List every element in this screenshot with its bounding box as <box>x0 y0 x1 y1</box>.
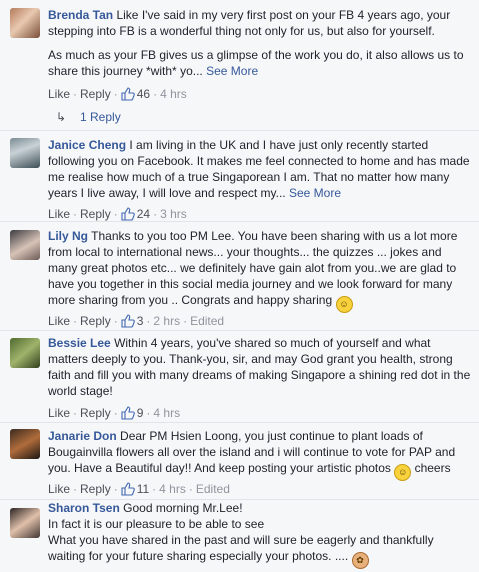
comment-text: Thanks to you too PM Lee. You have been … <box>48 229 458 307</box>
avatar[interactable] <box>10 508 40 538</box>
commenter-name[interactable]: Bessie Lee <box>48 336 111 350</box>
comment-actions: Like · Reply · 3 · 2 hrs · Edited <box>48 314 225 328</box>
commenter-name[interactable]: Sharon Tsen <box>48 501 120 515</box>
thumbs-up-icon[interactable] <box>121 314 135 328</box>
like-link[interactable]: Like <box>48 207 70 221</box>
like-link[interactable]: Like <box>48 406 70 420</box>
comment-actions: Like · Reply · 46 · 4 hrs <box>48 87 187 101</box>
reply-link[interactable]: Reply <box>80 314 111 328</box>
like-count[interactable]: 24 <box>137 207 150 221</box>
like-link[interactable]: Like <box>48 314 70 328</box>
see-more-link[interactable]: See More <box>289 186 341 200</box>
timestamp[interactable]: 2 hrs <box>153 314 180 328</box>
see-more-link[interactable]: See More <box>206 64 258 78</box>
avatar[interactable] <box>10 429 40 459</box>
divider <box>0 130 479 131</box>
thumbs-up-icon[interactable] <box>121 87 135 101</box>
reply-link[interactable]: Reply <box>80 87 111 101</box>
like-count[interactable]: 11 <box>137 482 149 496</box>
reply-arrow-icon: ↳ <box>56 110 67 124</box>
comment-text-end: cheers <box>414 461 451 475</box>
like-link[interactable]: Like <box>48 482 70 496</box>
comment-text: Good morning Mr.Lee! <box>123 501 243 515</box>
commenter-name[interactable]: Janarie Don <box>48 429 117 443</box>
comment-body: Janarie Don Dear PM Hsien Loong, you jus… <box>48 428 471 481</box>
comment-body: Lily Ng Thanks to you too PM Lee. You ha… <box>48 228 471 313</box>
timestamp[interactable]: 4 hrs <box>153 406 180 420</box>
comment-text-3: What you have shared in the past and wil… <box>48 533 434 563</box>
like-count[interactable]: 46 <box>137 87 150 101</box>
avatar[interactable] <box>10 8 40 38</box>
like-link[interactable]: Like <box>48 87 70 101</box>
thumbs-up-icon[interactable] <box>121 406 135 420</box>
comment-text-2: In fact it is our pleasure to be able to… <box>48 517 265 531</box>
comment-actions: Like · Reply · 9 · 4 hrs <box>48 406 181 420</box>
reply-link[interactable]: Reply <box>80 207 111 221</box>
view-replies-link[interactable]: ↳ 1 Reply <box>56 109 121 125</box>
smiley-emoji-icon: ☺ <box>394 464 412 481</box>
avatar[interactable] <box>10 138 40 168</box>
thumbs-up-icon[interactable] <box>121 207 135 221</box>
cookie-emoji-icon: ✿ <box>351 552 369 569</box>
thumbs-up-icon[interactable] <box>121 482 135 496</box>
timestamp[interactable]: 4 hrs <box>159 482 186 496</box>
comment-thread: Brenda Tan Like I've said in my very fir… <box>0 0 479 572</box>
commenter-name[interactable]: Janice Cheng <box>48 138 126 152</box>
divider <box>0 221 479 222</box>
replies-count-label[interactable]: 1 Reply <box>80 110 121 124</box>
divider <box>0 330 479 331</box>
comment-actions: Like · Reply · 11 · 4 hrs · Edited <box>48 482 230 496</box>
divider <box>0 422 479 423</box>
smiley-emoji-icon: ☺ <box>335 296 353 313</box>
timestamp[interactable]: 4 hrs <box>160 87 187 101</box>
comment-body: Sharon Tsen Good morning Mr.Lee! In fact… <box>48 500 471 569</box>
comment-actions: Like · Reply · 24 · 3 hrs <box>48 207 187 221</box>
commenter-name[interactable]: Brenda Tan <box>48 8 113 22</box>
reply-link[interactable]: Reply <box>80 406 111 420</box>
reply-link[interactable]: Reply <box>80 482 111 496</box>
comment-body: Bessie Lee Within 4 years, you've shared… <box>48 335 471 399</box>
comment-body: Janice Cheng I am living in the UK and I… <box>48 137 471 201</box>
edited-label[interactable]: Edited <box>196 482 230 496</box>
timestamp[interactable]: 3 hrs <box>160 207 187 221</box>
commenter-name[interactable]: Lily Ng <box>48 229 88 243</box>
comment-text: Within 4 years, you've shared so much of… <box>48 336 471 398</box>
avatar[interactable] <box>10 338 40 368</box>
comment-body: Brenda Tan Like I've said in my very fir… <box>48 7 471 79</box>
edited-label[interactable]: Edited <box>190 314 224 328</box>
avatar[interactable] <box>10 230 40 260</box>
